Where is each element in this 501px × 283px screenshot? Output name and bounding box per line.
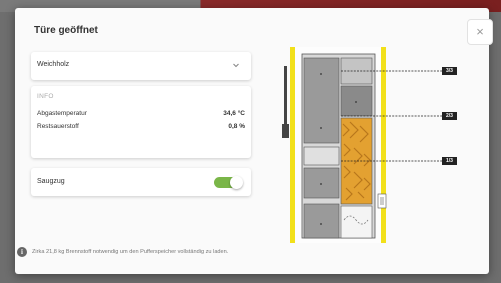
toggle-knob [230, 176, 243, 189]
draft-fan-label: Saugzug [37, 178, 65, 185]
fuel-type-value: Weichholz [37, 61, 70, 68]
info-value: 34,6 °C [223, 110, 245, 117]
level-marker-1-3: 1/3 [442, 157, 457, 165]
fuel-type-select[interactable]: Weichholz [31, 52, 251, 80]
level-marker-2-3: 2/3 [442, 112, 457, 120]
fuel-hint-text: Zirka 21,8 kg Brennstoff notwendig um de… [32, 249, 229, 255]
info-value: 0,8 % [228, 123, 245, 130]
chevron-down-icon [233, 63, 239, 68]
level-marker-3-3: 3/3 [442, 67, 457, 75]
info-heading: INFO [37, 93, 54, 100]
boiler-cross-section [282, 47, 442, 243]
close-button[interactable]: × [467, 19, 493, 45]
draft-fan-toggle[interactable] [214, 176, 243, 189]
info-label: Abgastemperatur [37, 110, 87, 117]
info-row-flue-temperature: Abgastemperatur 34,6 °C [37, 110, 245, 117]
dialog-title: Türe geöffnet [34, 25, 98, 36]
info-panel: INFO Abgastemperatur 34,6 °C Restsauerst… [31, 86, 251, 158]
buffer-storage-diagram: 3/3 2/3 1/3 [270, 44, 470, 244]
fuel-hint: i Zirka 21,8 kg Brennstoff notwendig um … [17, 245, 228, 259]
info-row-residual-oxygen: Restsauerstoff 0,8 % [37, 123, 245, 130]
info-icon: i [17, 247, 27, 257]
close-icon: × [476, 24, 484, 39]
info-label: Restsauerstoff [37, 123, 79, 130]
draft-fan-setting: Saugzug [31, 168, 251, 196]
